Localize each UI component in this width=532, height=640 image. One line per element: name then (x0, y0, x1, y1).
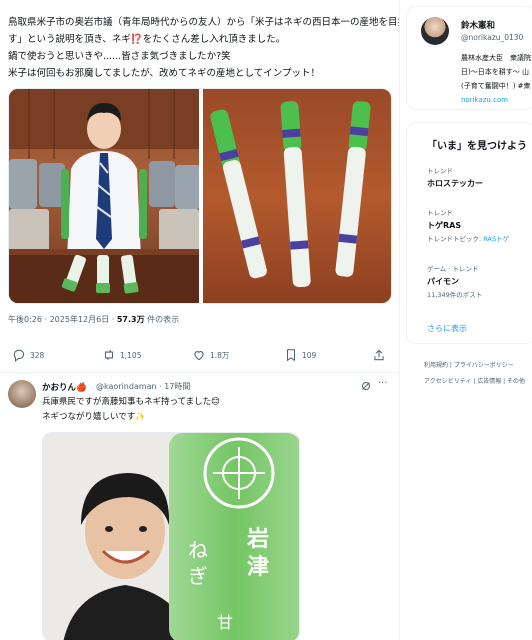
trend-item[interactable]: トレンド トゲRAS トレンドトピック: RASトゲ (427, 207, 509, 245)
profile-bio-1: 農林水産大臣 衆議院 (461, 54, 531, 62)
brand-char-2: 津 (246, 554, 269, 580)
main-timeline: 鳥取県米子市の奥岩市議（青年局時代からの友人）から「米子はネギの西日本一の産地を… (0, 0, 400, 640)
exclaim-emoji: ⁉️ (130, 34, 143, 45)
brand-char-5: 甘 (216, 613, 233, 632)
reply-avatar[interactable] (8, 380, 36, 408)
right-sidebar: 鈴木憲和 @norikazu_0130 農林水産大臣 衆議院 日)〜日本を耕す〜… (400, 0, 532, 640)
post-line-2a: す」という説明を頂き、ネギ (8, 34, 131, 45)
trend-name: トゲRAS (427, 221, 462, 230)
post-line-3: 鍋で使おうと思いきや......皆さま気づきましたか?笑 (8, 51, 231, 62)
reply-count: 328 (30, 350, 45, 360)
post-time[interactable]: 午後0:26 · 2025年12月6日 · (8, 315, 117, 324)
leek-brand-1: 岩 津 (243, 525, 273, 581)
apple-emoji: 🍎 (76, 383, 87, 393)
retweet-count: 1,105 (120, 350, 142, 360)
trend-sub: トレンドトピック: RASトゲ (427, 233, 509, 245)
profile-bio: 農林水産大臣 衆議院 日)〜日本を耕す〜 山 (子育て奮闘中！) #衆 nori… (461, 51, 531, 107)
leek-brand-2: ね ぎ (183, 537, 213, 589)
photo-leeks-on-table[interactable] (203, 89, 391, 303)
trend-meta: ゲーム · トレンド (427, 265, 479, 273)
reply-handle[interactable]: @kaorindaman · 17時間 (96, 381, 190, 392)
bookmark-count: 109 (302, 350, 317, 360)
post-views-label: 件の表示 (144, 315, 180, 324)
post-meta: 午後0:26 · 2025年12月6日 · 57.3万 件の表示 (8, 314, 179, 325)
reply-text: 兵庫県民ですが斎藤知事もネギ持ってました😊 ネギつながり嬉しいです✨ (42, 395, 220, 425)
man-with-leeks-illustration (9, 89, 199, 303)
post-line-2b: をたくさん差し入れ頂きました。 (142, 34, 286, 45)
profile-link[interactable]: norikazu.com (461, 93, 531, 107)
post-line-2: す」という説明を頂き、ネギ⁉️をたくさん差し入れ頂きました。 (8, 31, 399, 48)
reply-line-1: 兵庫県民ですが斎藤知事もネギ持ってました😊 (42, 397, 221, 407)
profile-card[interactable]: 鈴木憲和 @norikazu_0130 農林水産大臣 衆議院 日)〜日本を耕す〜… (406, 6, 532, 110)
trend-item[interactable]: トレンド ホロステッカー (427, 165, 483, 191)
brand-char-3: ね (188, 538, 208, 562)
divider (0, 372, 399, 373)
trends-title: 「いま」を見つけよう (427, 141, 527, 152)
post-text: 鳥取県米子市の奥岩市議（青年局時代からの友人）から「米子はネギの西日本一の産地を… (8, 14, 400, 82)
like-button[interactable]: 1.8万 (192, 346, 229, 364)
reply-photo[interactable]: 岩 津 ね ぎ 甘 (42, 432, 300, 640)
footer-link[interactable]: その他 (507, 378, 525, 385)
footer-link[interactable]: プライバシーポリシー (454, 362, 514, 369)
footer-link[interactable]: 利用規約 (424, 362, 448, 369)
footer-row-2: アクセシビリティ | 広告情報 | その他 (424, 378, 526, 385)
post-actions: 328 1,105 1.8万 109 (12, 346, 392, 364)
heart-icon (194, 351, 204, 361)
like-count: 1.8万 (210, 350, 230, 360)
trend-name: パイモン (427, 277, 459, 286)
post-media[interactable] (8, 88, 392, 304)
more-icon[interactable]: ··· (378, 378, 388, 389)
post-line-1: 鳥取県米子市の奥岩市議（青年局時代からの友人）から「米子はネギの西日本一の産地を… (8, 17, 400, 28)
brand-char-1: 岩 (246, 526, 269, 552)
photo-man-with-leeks[interactable] (9, 89, 199, 303)
reply-button[interactable]: 328 (12, 346, 44, 364)
retweet-icon (104, 349, 114, 361)
show-more-link[interactable]: さらに表示 (427, 323, 467, 334)
trend-item[interactable]: ゲーム · トレンド パイモン 11,349件のポスト (427, 263, 482, 301)
trend-sub-link[interactable]: RASトゲ (483, 235, 509, 243)
brand-char-4: ぎ (188, 564, 208, 588)
retweet-button[interactable]: 1,105 (102, 346, 141, 364)
grok-icon[interactable] (360, 380, 372, 392)
trend-sub: 11,349件のポスト (427, 291, 483, 299)
share-button[interactable] (372, 346, 386, 364)
profile-name[interactable]: 鈴木憲和 (461, 19, 495, 31)
reply-post[interactable]: かおりん🍎 @kaorindaman · 17時間 ··· 兵庫県民ですが斎藤知… (0, 376, 399, 640)
trend-meta: トレンド (427, 167, 453, 175)
reply-line-2: ネギつながり嬉しいです✨ (42, 412, 146, 422)
trends-card: 「いま」を見つけよう トレンド ホロステッカー トレンド トゲRAS トレンドト… (406, 122, 532, 344)
profile-avatar[interactable] (421, 17, 449, 45)
reply-author-name[interactable]: かおりん🍎 (42, 381, 87, 393)
post-line-4: 米子は何回もお邪魔してましたが、改めてネギの産地としてインプット！ (8, 68, 320, 79)
reply-author-name-text: かおりん (42, 383, 77, 393)
profile-bio-2: 日)〜日本を耕す〜 山 (461, 68, 529, 76)
bookmark-icon (286, 349, 296, 362)
post-views-count: 57.3万 (116, 315, 145, 324)
bookmark-button[interactable]: 109 (284, 346, 316, 364)
footer-row-1: 利用規約 | プライバシーポリシー (424, 362, 514, 369)
footer-link[interactable]: 広告情報 (477, 378, 501, 385)
profile-handle[interactable]: @norikazu_0130 (461, 33, 523, 42)
leeks-illustration (210, 101, 371, 288)
profile-bio-3: (子育て奮闘中！) #衆 (461, 82, 531, 90)
trend-name: ホロステッカー (427, 179, 483, 188)
trend-meta: トレンド (427, 209, 453, 217)
share-icon (374, 349, 384, 361)
footer-links: 利用規約 | プライバシーポリシー アクセシビリティ | 広告情報 | その他 (424, 358, 532, 390)
trend-sub-label: トレンドトピック: (427, 235, 484, 243)
footer-link[interactable]: アクセシビリティ (424, 378, 471, 385)
reply-icon (13, 349, 25, 362)
